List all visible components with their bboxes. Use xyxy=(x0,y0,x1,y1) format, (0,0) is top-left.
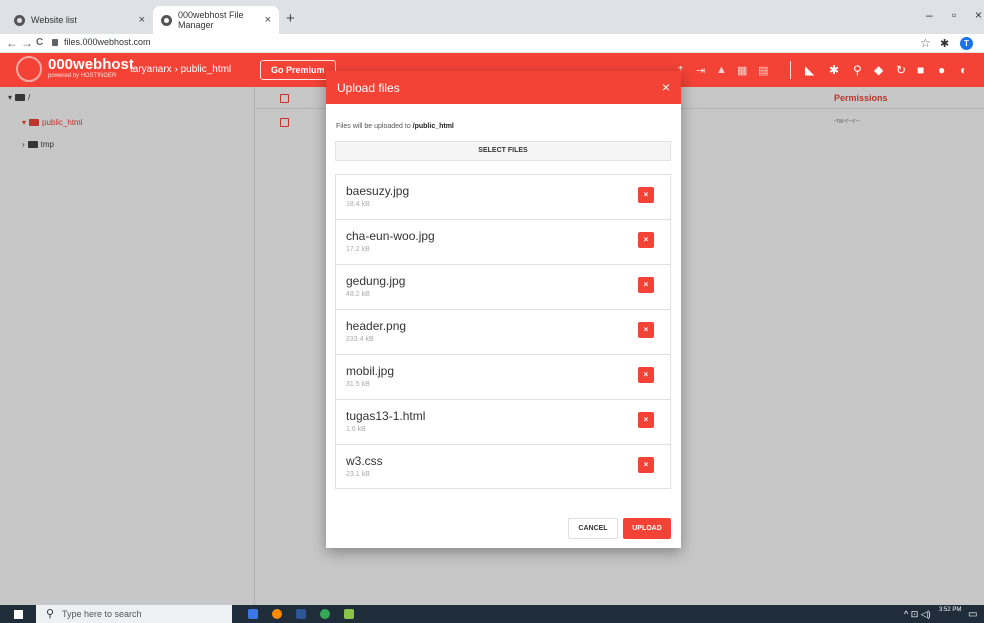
url-text: files.000webhost.com xyxy=(64,37,151,47)
selected-files-list: baesuzy.jpg 18.4 kB × cha-eun-woo.jpg 17… xyxy=(335,174,671,489)
export-icon[interactable]: ⇥ xyxy=(696,64,705,77)
close-icon[interactable]: × xyxy=(662,79,670,95)
delete-icon[interactable]: ▤ xyxy=(758,64,768,77)
app-icon[interactable] xyxy=(344,609,354,619)
bookmark-star-icon[interactable]: ☆ xyxy=(920,36,931,50)
taskbar-search[interactable]: ⚲ Type here to search xyxy=(36,605,232,623)
tab-close-icon[interactable]: × xyxy=(265,14,271,26)
cancel-button[interactable]: CANCEL xyxy=(568,518,618,539)
file-explorer-icon[interactable] xyxy=(248,609,258,619)
minimize-button[interactable]: – xyxy=(926,8,933,22)
brand-name: 000webhost xyxy=(48,56,134,73)
url-field[interactable]: files.000webhost.com xyxy=(52,37,151,47)
list-item: cha-eun-woo.jpg 17.2 kB × xyxy=(336,220,670,265)
upload-destination-path: /public_html xyxy=(412,123,454,130)
list-item: gedung.jpg 48.2 kB × xyxy=(336,265,670,310)
power-icon[interactable]: ◐ xyxy=(960,63,967,77)
forward-button[interactable]: → xyxy=(21,36,33,50)
file-size: 18.4 kB xyxy=(346,201,370,208)
lock-icon xyxy=(52,38,58,46)
file-name: baesuzy.jpg xyxy=(346,184,410,198)
grid-icon[interactable]: ■ xyxy=(917,63,924,77)
upload-files-dialog: Upload files × Files will be uploaded to… xyxy=(326,71,681,548)
list-item: mobil.jpg 31.5 kB × xyxy=(336,355,670,400)
tab-website-list[interactable]: Website list × xyxy=(6,6,153,34)
000webhost-logo-icon xyxy=(16,56,42,82)
taskbar-clock[interactable]: 3:52 PM xyxy=(939,607,961,614)
maximize-button[interactable]: ▫ xyxy=(952,8,956,22)
firefox-icon[interactable] xyxy=(272,609,282,619)
remove-file-button[interactable]: × xyxy=(638,187,654,203)
file-name: tugas13-1.html xyxy=(346,409,426,423)
settings-icon[interactable]: ✱ xyxy=(829,63,839,77)
file-size: 48.2 kB xyxy=(346,291,370,298)
file-name: w3.css xyxy=(346,454,383,468)
back-button[interactable]: ← xyxy=(6,36,18,50)
list-item: header.png 233.4 kB × xyxy=(336,310,670,355)
profile-avatar[interactable]: T xyxy=(960,37,973,50)
file-size: 233.4 kB xyxy=(346,336,374,343)
remove-file-button[interactable]: × xyxy=(638,367,654,383)
dialog-header: Upload files × xyxy=(326,71,681,104)
archive-icon[interactable]: ▦ xyxy=(737,64,747,77)
remove-file-button[interactable]: × xyxy=(638,322,654,338)
globe-icon xyxy=(14,14,25,26)
file-name: cha-eun-woo.jpg xyxy=(346,229,435,243)
new-tab-button[interactable]: + xyxy=(286,10,295,27)
tab-title: Website list xyxy=(31,15,77,25)
remove-file-button[interactable]: × xyxy=(638,277,654,293)
refresh-icon[interactable]: ↻ xyxy=(896,63,906,77)
windows-taskbar: ⚲ Type here to search ^ ⊡ ◁) 3:52 PM ▭ xyxy=(0,605,984,623)
dialog-title: Upload files xyxy=(337,81,400,95)
search-icon: ⚲ xyxy=(46,608,55,620)
remove-file-button[interactable]: × xyxy=(638,457,654,473)
upload-destination-text: Files will be uploaded to xyxy=(336,123,413,130)
remove-file-button[interactable]: × xyxy=(638,412,654,428)
lock-icon[interactable]: ▲ xyxy=(716,64,727,76)
go-premium-button[interactable]: Go Premium xyxy=(260,60,336,80)
tab-title: 000webhost File Manager xyxy=(178,10,244,30)
toolbar-divider xyxy=(790,61,791,79)
search-icon[interactable]: ⚲ xyxy=(853,63,862,77)
file-size: 17.2 kB xyxy=(346,246,370,253)
address-bar: ← → C files.000webhost.com ☆ ✱ T xyxy=(0,34,984,53)
extensions-icon[interactable]: ✱ xyxy=(940,37,949,50)
tab-close-icon[interactable]: × xyxy=(139,14,145,26)
help-icon[interactable]: ● xyxy=(938,63,945,77)
windows-start-icon[interactable] xyxy=(14,610,23,619)
file-name: mobil.jpg xyxy=(346,364,395,378)
upload-destination: Files will be uploaded to /public_html xyxy=(336,123,454,130)
cloud-icon[interactable]: ◆ xyxy=(874,63,883,77)
file-name: gedung.jpg xyxy=(346,274,406,288)
file-name: header.png xyxy=(346,319,407,333)
list-item: w3.css 23.1 kB × xyxy=(336,445,670,490)
file-size: 1.6 kB xyxy=(346,426,366,433)
notifications-icon[interactable]: ▭ xyxy=(968,609,977,620)
file-size: 31.5 kB xyxy=(346,381,370,388)
reload-button[interactable]: C xyxy=(36,37,43,48)
taskbar-search-placeholder: Type here to search xyxy=(62,609,142,619)
system-tray[interactable]: ^ ⊡ ◁) xyxy=(904,609,931,620)
select-icon[interactable]: ◣ xyxy=(805,63,814,77)
list-item: baesuzy.jpg 18.4 kB × xyxy=(336,175,670,220)
word-icon[interactable] xyxy=(296,609,306,619)
breadcrumb[interactable]: taryanarx › public_html xyxy=(130,64,231,75)
chrome-icon[interactable] xyxy=(320,609,330,619)
file-size: 23.1 kB xyxy=(346,471,370,478)
brand-subtitle: powered by HOSTINGER xyxy=(48,73,117,79)
screen: Website list × 000webhost File Manager ×… xyxy=(0,0,984,623)
remove-file-button[interactable]: × xyxy=(638,232,654,248)
browser-tab-bar: Website list × 000webhost File Manager ×… xyxy=(0,0,984,34)
list-item: tugas13-1.html 1.6 kB × xyxy=(336,400,670,445)
tab-file-manager[interactable]: 000webhost File Manager × xyxy=(153,6,279,34)
upload-button[interactable]: UPLOAD xyxy=(623,518,671,539)
globe-icon xyxy=(161,14,172,26)
close-window-button[interactable]: × xyxy=(975,8,982,22)
select-files-button[interactable]: SELECT FILES xyxy=(335,141,671,161)
